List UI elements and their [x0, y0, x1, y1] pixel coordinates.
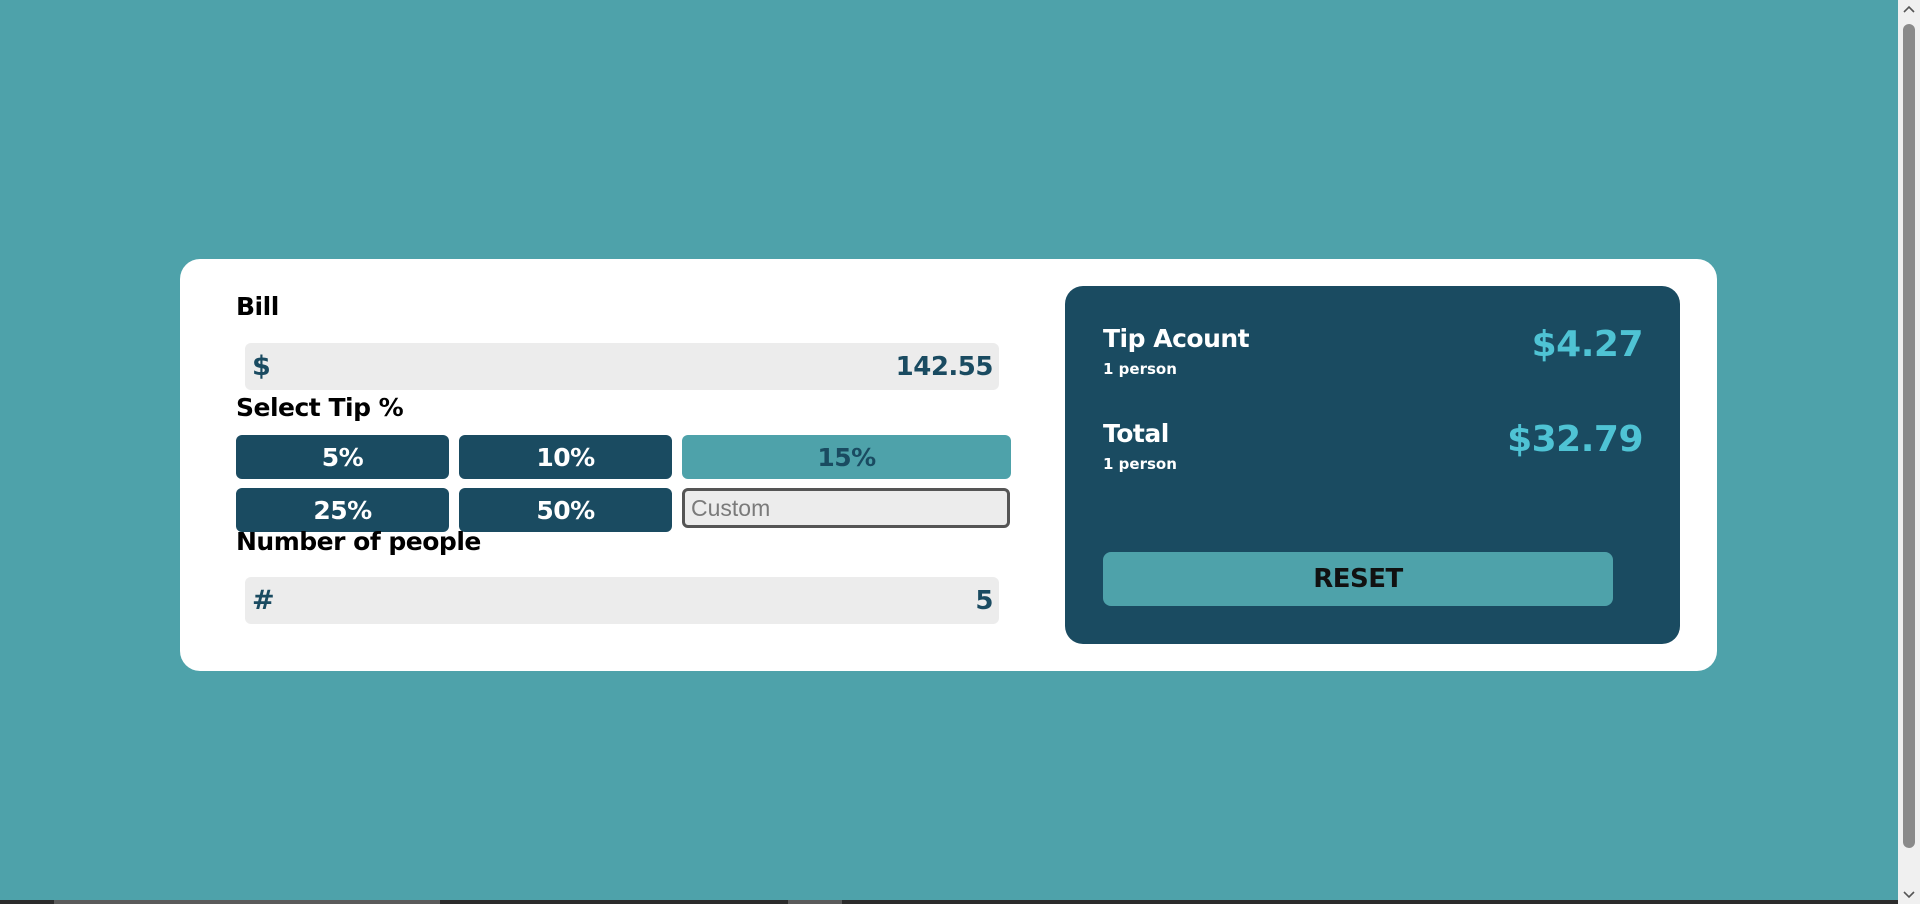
scrollbar-thumb[interactable] — [1903, 24, 1915, 848]
chevron-down-icon[interactable] — [1898, 886, 1920, 904]
people-value[interactable]: 5 — [975, 586, 993, 616]
tip-amount-subtitle: 1 person — [1103, 360, 1177, 378]
select-tip-label: Select Tip % — [236, 393, 404, 422]
tip-amount-title: Tip Acount — [1103, 324, 1250, 353]
tip-button-10[interactable]: 10% — [459, 435, 672, 479]
bottom-border-segment — [54, 900, 440, 904]
custom-tip-input[interactable] — [682, 488, 1010, 528]
total-value: $32.79 — [1507, 419, 1643, 460]
dollar-icon: $ — [252, 351, 271, 382]
total-subtitle: 1 person — [1103, 455, 1177, 473]
page-background: Bill $ 142.55 Select Tip % 5% 10% 15% 25… — [0, 0, 1898, 900]
hash-icon: # — [252, 585, 275, 616]
people-label: Number of people — [236, 527, 481, 556]
tip-button-5[interactable]: 5% — [236, 435, 449, 479]
chevron-up-icon[interactable] — [1898, 0, 1920, 18]
tip-button-25[interactable]: 25% — [236, 488, 449, 532]
tip-button-15[interactable]: 15% — [682, 435, 1011, 479]
bottom-border-segment — [788, 900, 842, 904]
tip-button-50[interactable]: 50% — [459, 488, 672, 532]
vertical-scrollbar[interactable] — [1898, 0, 1920, 904]
tip-amount-value: $4.27 — [1531, 324, 1644, 365]
bill-value[interactable]: 142.55 — [896, 352, 994, 382]
total-title: Total — [1103, 419, 1169, 448]
reset-button[interactable]: RESET — [1103, 552, 1613, 606]
bill-field[interactable]: $ 142.55 — [245, 343, 999, 390]
people-field[interactable]: # 5 — [245, 577, 999, 624]
calculator-card: Bill $ 142.55 Select Tip % 5% 10% 15% 25… — [180, 259, 1717, 671]
results-panel: Tip Acount 1 person $4.27 Total 1 person… — [1065, 286, 1680, 644]
bill-label: Bill — [236, 292, 279, 321]
